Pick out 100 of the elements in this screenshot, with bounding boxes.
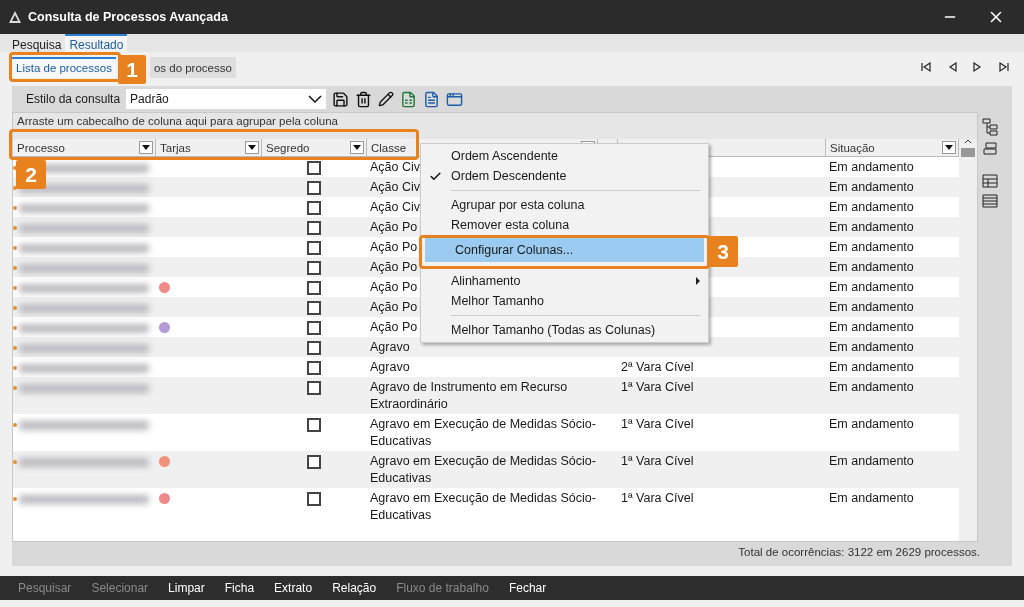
table-cell: Ação Civ <box>370 179 421 196</box>
row-marker-icon <box>13 166 17 170</box>
menu-item[interactable]: Melhor Tamanho (Todas as Colunas) <box>421 320 708 340</box>
checkbox[interactable] <box>307 161 321 175</box>
checkbox[interactable] <box>307 221 321 235</box>
checkbox[interactable] <box>307 301 321 315</box>
scrollbar[interactable] <box>959 139 977 541</box>
checkbox[interactable] <box>307 492 321 506</box>
group-hint: Arraste um cabecalho de coluna aqui para agrupar pela coluna <box>13 113 977 139</box>
row-marker-icon <box>13 423 17 427</box>
last-page-icon[interactable] <box>998 61 1010 73</box>
callout-number: 3 <box>708 236 738 267</box>
chevron-down-icon[interactable] <box>308 94 323 104</box>
window-title: Consulta de Processos Avançada <box>28 10 229 24</box>
app-logo-icon <box>8 10 22 24</box>
menu-item[interactable]: Ordem Ascendente <box>421 146 708 166</box>
row-marker-icon <box>13 326 17 330</box>
column-header[interactable]: Tarjas <box>156 139 262 156</box>
stack-icon[interactable] <box>982 142 998 156</box>
menu-item[interactable]: Ordem Descendente <box>421 166 708 186</box>
table-cell: Em andamento <box>829 339 914 356</box>
row-marker-icon <box>13 286 17 290</box>
table-cell: Em andamento <box>829 159 914 176</box>
list-icon[interactable] <box>982 194 998 208</box>
checkbox[interactable] <box>307 321 321 335</box>
callout-number: 1 <box>118 55 146 84</box>
first-page-icon[interactable] <box>920 61 932 73</box>
save-icon[interactable] <box>332 90 350 108</box>
dropdown-icon[interactable] <box>942 141 956 154</box>
trash-icon[interactable] <box>355 90 373 108</box>
action-button[interactable]: Extrato <box>264 581 323 595</box>
checkbox[interactable] <box>307 201 321 215</box>
spreadsheet-icon[interactable] <box>400 90 418 108</box>
action-button[interactable]: Limpar <box>158 581 215 595</box>
row-marker-icon <box>13 186 17 190</box>
table-cell: Em andamento <box>829 299 914 316</box>
table-cell: Em andamento <box>829 199 914 216</box>
checkbox[interactable] <box>307 341 321 355</box>
menu-item[interactable]: Configurar Colunas... <box>425 238 704 262</box>
table-cell: Ação Po <box>370 319 418 336</box>
table-cell: Ação Po <box>370 239 418 256</box>
table-cell: Em andamento <box>829 219 914 236</box>
action-button[interactable]: Relação <box>322 581 387 595</box>
table-cell: Em andamento <box>829 319 914 336</box>
table-cell: Ação Po <box>370 299 418 316</box>
menu-item[interactable]: Agrupar por esta coluna <box>421 195 708 215</box>
menu-item[interactable]: Remover esta coluna <box>421 215 708 235</box>
checkbox[interactable] <box>307 381 321 395</box>
query-style-label: Estilo da consulta <box>26 92 121 106</box>
table-cell: Em andamento <box>829 179 914 196</box>
table-cell: Ação Civ <box>370 159 421 176</box>
table-cell: Em andamento <box>829 379 914 396</box>
checkbox[interactable] <box>307 261 321 275</box>
row-marker-icon <box>13 366 17 370</box>
table-cell: Em andamento <box>829 490 914 507</box>
scroll-up-icon[interactable] <box>964 139 972 144</box>
row-marker-icon <box>13 346 17 350</box>
scroll-thumb[interactable] <box>961 148 975 157</box>
tab[interactable]: Lista de processos <box>12 57 116 78</box>
total-count: Total de ocorrências: 3122 em 2629 processos. <box>737 545 981 560</box>
action-button[interactable]: Fechar <box>498 581 557 595</box>
table-cell: Ação Po <box>370 279 418 296</box>
column-header[interactable]: Situação <box>826 139 959 156</box>
table-cell: Agravo <box>370 339 410 356</box>
menu-item[interactable]: Alinhamento <box>421 271 708 291</box>
table-cell: Em andamento <box>829 453 914 470</box>
dropdown-icon[interactable] <box>350 141 364 154</box>
dropdown-icon[interactable] <box>139 141 153 154</box>
table-cell: Agravo <box>370 359 410 376</box>
checkbox[interactable] <box>307 361 321 375</box>
query-style-select[interactable]: Padrão <box>126 89 327 109</box>
tab[interactable]: Pesquisa <box>8 34 66 52</box>
dropdown-icon[interactable] <box>245 141 259 154</box>
column-header[interactable]: Processo <box>13 139 156 156</box>
checkbox[interactable] <box>307 418 321 432</box>
column-header[interactable]: Segredo <box>262 139 367 156</box>
document-icon[interactable] <box>423 90 441 108</box>
table-cell: 1ª Vara Cível <box>621 416 694 433</box>
row-marker-icon <box>13 497 17 501</box>
table-cell: Em andamento <box>829 259 914 276</box>
checkbox[interactable] <box>307 455 321 469</box>
action-button[interactable]: Ficha <box>214 581 265 595</box>
row-marker-icon <box>13 206 17 210</box>
row-marker-icon <box>13 386 17 390</box>
tab[interactable]: os do processo <box>149 57 236 78</box>
checkbox[interactable] <box>307 241 321 255</box>
window-icon[interactable] <box>446 90 464 108</box>
tree-icon[interactable] <box>982 118 998 136</box>
table-cell: 2ª Vara Cível <box>621 359 694 376</box>
menu-item[interactable]: Melhor Tamanho <box>421 291 708 311</box>
table-icon[interactable] <box>982 174 998 188</box>
tab[interactable]: Resultado <box>65 34 128 52</box>
submenu-arrow-icon <box>696 277 700 285</box>
pencil-icon[interactable] <box>378 91 395 107</box>
checkbox[interactable] <box>307 181 321 195</box>
table-cell: 1ª Vara Cível <box>621 379 694 396</box>
checkbox[interactable] <box>307 281 321 295</box>
row-marker-icon <box>13 246 17 250</box>
table-cell-text: Agravo em Execução de Medidas Sócio-Educativas <box>370 490 597 524</box>
row-marker-icon <box>13 266 17 270</box>
